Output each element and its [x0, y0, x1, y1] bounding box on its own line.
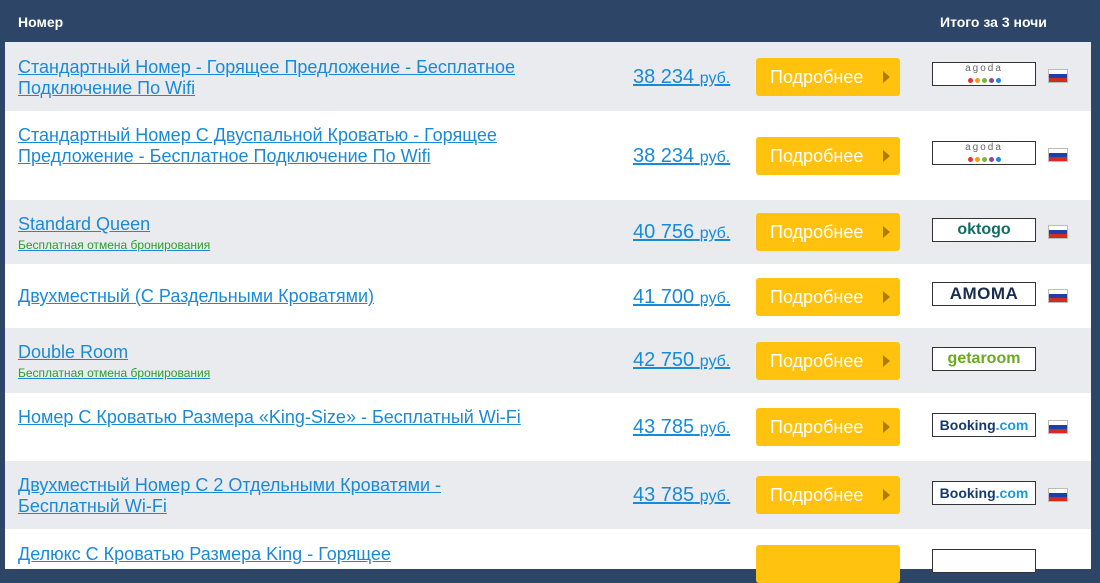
hotel-offers-panel: Номер Итого за 3 ночи Стандартный Номер …: [0, 0, 1100, 583]
price-value: 42 750: [633, 349, 695, 371]
russia-flag-icon: [1048, 488, 1068, 502]
amoma-logo[interactable]: AMOMA: [932, 282, 1036, 306]
booking-logo-main: Booking: [939, 485, 996, 501]
details-button[interactable]: Подробнее: [756, 58, 900, 96]
arrow-right-icon: [883, 71, 890, 83]
table-row: Двухместный Номер С 2 Отдельными Кроватя…: [5, 461, 1091, 530]
currency: руб.: [699, 420, 731, 437]
table-row: Двухместный (С Раздельными Кроватями) 41…: [5, 264, 1091, 329]
column-header-room: Номер: [18, 14, 64, 30]
room-name-link[interactable]: Делюкс С Кроватью Размера King - Горящее: [18, 544, 538, 565]
room-name-link[interactable]: Номер С Кроватью Размера «King-Size» - Б…: [18, 407, 538, 428]
getaroom-logo[interactable]: getaroom: [932, 347, 1036, 371]
currency: руб.: [699, 70, 731, 87]
arrow-right-icon: [883, 489, 890, 501]
price-link[interactable]: 38 234 руб.: [633, 66, 743, 90]
price-value: 38 234: [633, 66, 695, 88]
arrow-right-icon: [883, 291, 890, 303]
getaroom-logo-text: getaroom: [947, 350, 1021, 367]
russia-flag-icon: [1048, 148, 1068, 162]
room-name-text: Double Room: [18, 342, 129, 362]
free-cancellation-note: Бесплатная отмена бронирования: [18, 366, 211, 380]
table-row: Номер С Кроватью Размера «King-Size» - Б…: [5, 393, 1091, 462]
room-name-link[interactable]: Standard Queen Бесплатная отмена брониров…: [18, 214, 538, 252]
table-row: Standard Queen Бесплатная отмена брониров…: [5, 200, 1091, 265]
price-link[interactable]: 43 785 руб.: [633, 416, 743, 440]
booking-logo-main: Booking: [939, 417, 996, 433]
booking-logo-text: Booking.com: [940, 417, 1029, 433]
price-value: 38 234: [633, 145, 695, 167]
russia-flag-icon: [1048, 420, 1068, 434]
room-name-link[interactable]: Стандартный Номер - Горящее Предложение …: [18, 57, 538, 99]
oktogo-logo-text: oktogo: [957, 221, 1011, 238]
details-button-label: Подробнее: [770, 145, 864, 166]
column-header-total: Итого за 3 ночи: [940, 14, 1047, 30]
agoda-dots-icon: [933, 75, 1035, 83]
oktogo-logo[interactable]: oktogo: [932, 218, 1036, 242]
table-row: Стандартный Номер - Горящее Предложение …: [5, 42, 1091, 112]
details-button-label: Подробнее: [770, 66, 864, 87]
details-button[interactable]: Подробнее: [756, 342, 900, 380]
currency: руб.: [699, 149, 731, 166]
price-link[interactable]: 38 234 руб.: [633, 145, 743, 169]
details-button[interactable]: Подробнее: [756, 137, 900, 175]
amoma-logo-text: AMOMA: [949, 284, 1019, 303]
table-row: Делюкс С Кроватью Размера King - Горящее: [5, 529, 1091, 583]
details-button[interactable]: [756, 545, 900, 583]
agoda-logo-text: agoda: [965, 63, 1003, 74]
offers-table: Стандартный Номер - Горящее Предложение …: [5, 42, 1091, 583]
details-button[interactable]: Подробнее: [756, 476, 900, 514]
room-name-link[interactable]: Стандартный Номер С Двуспальной Кроватью…: [18, 125, 538, 167]
price-link[interactable]: 42 750 руб.: [633, 349, 743, 373]
price-value: 41 700: [633, 286, 695, 308]
currency: руб.: [699, 488, 731, 505]
price-value: 43 785: [633, 484, 695, 506]
russia-flag-icon: [1048, 225, 1068, 239]
currency: руб.: [699, 225, 731, 242]
agoda-logo[interactable]: agoda: [932, 62, 1036, 86]
room-name-text: Standard Queen: [18, 214, 151, 234]
details-button[interactable]: Подробнее: [756, 278, 900, 316]
booking-logo-dotcom: .com: [995, 485, 1029, 501]
arrow-right-icon: [883, 150, 890, 162]
agoda-logo-text: agoda: [965, 142, 1003, 153]
price-value: 43 785: [633, 416, 695, 438]
room-name-link[interactable]: Двухместный (С Раздельными Кроватями): [18, 286, 538, 307]
details-button[interactable]: Подробнее: [756, 408, 900, 446]
arrow-right-icon: [883, 421, 890, 433]
price-link[interactable]: 41 700 руб.: [633, 286, 743, 310]
price-value: 40 756: [633, 221, 695, 243]
details-button[interactable]: Подробнее: [756, 213, 900, 251]
details-button-label: Подробнее: [770, 484, 864, 505]
arrow-right-icon: [883, 226, 890, 238]
russia-flag-icon: [1048, 289, 1068, 303]
details-button-label: Подробнее: [770, 416, 864, 437]
price-link[interactable]: 40 756 руб.: [633, 221, 743, 245]
booking-logo-dotcom: .com: [995, 417, 1029, 433]
agoda-dots-icon: [933, 154, 1035, 162]
table-header: Номер Итого за 3 ночи: [0, 0, 1100, 42]
room-name-link[interactable]: Double Room Бесплатная отмена бронировани…: [18, 342, 538, 380]
booking-logo-text: Booking.com: [940, 485, 1029, 501]
details-button-label: Подробнее: [770, 221, 864, 242]
details-button-label: Подробнее: [770, 286, 864, 307]
details-button-label: Подробнее: [770, 350, 864, 371]
booking-logo[interactable]: Booking.com: [932, 413, 1036, 437]
booking-logo[interactable]: Booking.com: [932, 481, 1036, 505]
price-link[interactable]: 43 785 руб.: [633, 484, 743, 508]
table-row: Стандартный Номер С Двуспальной Кроватью…: [5, 111, 1091, 201]
arrow-right-icon: [883, 355, 890, 367]
free-cancellation-note: Бесплатная отмена бронирования: [18, 238, 211, 252]
room-name-link[interactable]: Двухместный Номер С 2 Отдельными Кроватя…: [18, 475, 538, 517]
russia-flag-icon: [1048, 69, 1068, 83]
currency: руб.: [699, 290, 731, 307]
agoda-logo[interactable]: agoda: [932, 141, 1036, 165]
table-row: Double Room Бесплатная отмена бронировани…: [5, 328, 1091, 394]
currency: руб.: [699, 353, 731, 370]
